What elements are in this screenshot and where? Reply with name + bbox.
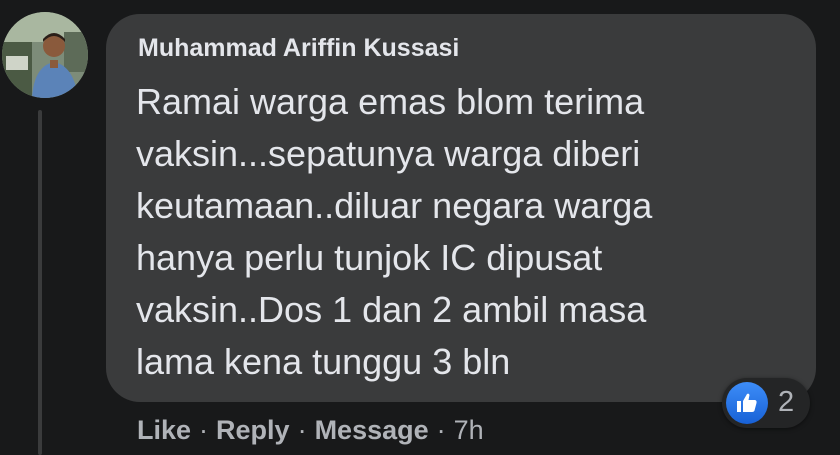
comment-timestamp[interactable]: 7h xyxy=(454,415,484,446)
separator: · xyxy=(297,414,307,445)
separator: · xyxy=(199,414,209,445)
like-icon xyxy=(726,382,768,424)
reaction-count: 2 xyxy=(778,386,795,418)
comment-actions: Like · Reply · Message · 7h xyxy=(137,410,484,450)
separator: · xyxy=(436,414,446,445)
comment-author[interactable]: Muhammad Ariffin Kussasi xyxy=(138,34,459,63)
avatar[interactable] xyxy=(2,12,88,98)
comment-thread: Muhammad Ariffin Kussasi Ramai warga ema… xyxy=(0,0,840,455)
thread-line xyxy=(38,110,42,455)
reply-button[interactable]: Reply xyxy=(216,415,290,446)
message-button[interactable]: Message xyxy=(315,415,429,446)
avatar-photo xyxy=(2,12,88,98)
like-button[interactable]: Like xyxy=(137,415,191,446)
comment-bubble: Muhammad Ariffin Kussasi Ramai warga ema… xyxy=(106,14,816,402)
comment-text: Ramai warga emas blom terima vaksin...se… xyxy=(136,81,653,382)
reactions-summary[interactable]: 2 xyxy=(722,378,810,428)
